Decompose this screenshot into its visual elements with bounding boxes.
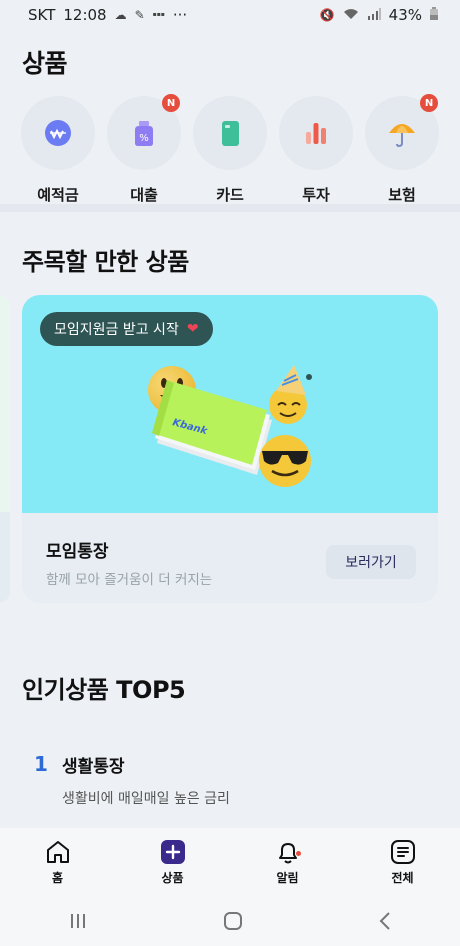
- category-loan[interactable]: N % 대출: [102, 94, 186, 205]
- view-button[interactable]: 보러가기: [326, 545, 416, 579]
- signal-icon: [367, 7, 381, 23]
- invest-icon: [306, 123, 326, 144]
- previous-card-peek[interactable]: [0, 296, 10, 602]
- system-nav-bar: [0, 896, 460, 946]
- popular-heading: 인기상품 TOP5: [22, 676, 186, 704]
- pen-icon: ✎: [134, 8, 145, 22]
- carrier-label: SKT: [28, 6, 56, 24]
- svg-text:%: %: [139, 133, 149, 144]
- nav-label: 알림: [276, 870, 299, 885]
- card-subtitle: 함께 모아 즐거움이 더 커지는: [46, 572, 213, 588]
- home-icon: [46, 840, 69, 863]
- rank-title: 생활통장: [62, 757, 125, 777]
- promo-text: 모임지원금 받고 시작: [54, 322, 179, 338]
- menu-icon: [390, 839, 415, 864]
- nav-home[interactable]: 홈: [18, 839, 98, 886]
- card-icon: [222, 121, 239, 146]
- category-row: 예적금 N % 대출 카드 투자 N 보험: [16, 94, 444, 205]
- featured-heading: 주목할 만한 상품: [22, 248, 189, 276]
- radio-icon: ▪▪▪: [152, 11, 165, 18]
- page-title: 상품: [22, 49, 68, 78]
- nav-notifications[interactable]: 알림: [248, 839, 328, 886]
- promo-pill: 모임지원금 받고 시작 ❤: [40, 312, 213, 346]
- cloud-icon: ☁: [114, 8, 127, 22]
- category-label: 카드: [216, 186, 244, 204]
- category-card[interactable]: 카드: [188, 96, 272, 205]
- heart-icon: ❤: [186, 321, 199, 337]
- card-title: 모임통장: [46, 542, 109, 562]
- status-bar: SKT 12:08 ☁ ✎ ▪▪▪ ··· 🔇 43%: [0, 0, 460, 30]
- section-divider: [0, 204, 460, 212]
- featured-illustration: Kbank 모임지원금 받고 시작 ❤: [22, 295, 438, 513]
- battery-percent: 43%: [388, 6, 422, 24]
- nav-products[interactable]: 상품: [133, 839, 213, 886]
- category-invest[interactable]: 투자: [274, 96, 358, 205]
- plus-square-icon: [160, 839, 185, 864]
- category-label: 보험: [388, 186, 416, 204]
- nav-label: 상품: [161, 870, 184, 885]
- nav-label: 전체: [391, 870, 414, 885]
- new-badge: N: [162, 94, 180, 112]
- rank-subtitle: 생활비에 매일매일 높은 금리: [62, 791, 230, 807]
- back-icon[interactable]: [378, 911, 392, 931]
- notification-dot: [295, 850, 301, 856]
- category-insurance[interactable]: N 보험: [360, 94, 444, 205]
- category-savings[interactable]: 예적금: [16, 96, 100, 205]
- featured-product-card[interactable]: Kbank 모임지원금 받고 시작 ❤ 모임통장 함께 모아 즐거움이 더 커지…: [22, 295, 438, 603]
- new-badge: N: [420, 94, 438, 112]
- nav-label: 홈: [51, 870, 64, 885]
- clock: 12:08: [63, 6, 107, 24]
- more-dots: ···: [172, 6, 188, 24]
- umbrella-icon: [389, 124, 415, 148]
- category-label: 예적금: [37, 186, 79, 204]
- loan-icon: %: [135, 121, 153, 146]
- home-button-icon[interactable]: [223, 911, 243, 931]
- bottom-nav: 홈 상품 알림 전체: [0, 828, 460, 896]
- mute-icon: 🔇: [319, 8, 335, 22]
- category-label: 대출: [130, 186, 158, 204]
- category-label: 투자: [302, 186, 330, 204]
- nav-all[interactable]: 전체: [363, 839, 443, 886]
- battery-icon: [430, 7, 438, 23]
- recent-apps-icon[interactable]: [68, 912, 88, 930]
- rank-number: 1: [34, 752, 48, 776]
- savings-icon: [45, 120, 71, 146]
- wifi-icon: [343, 8, 359, 23]
